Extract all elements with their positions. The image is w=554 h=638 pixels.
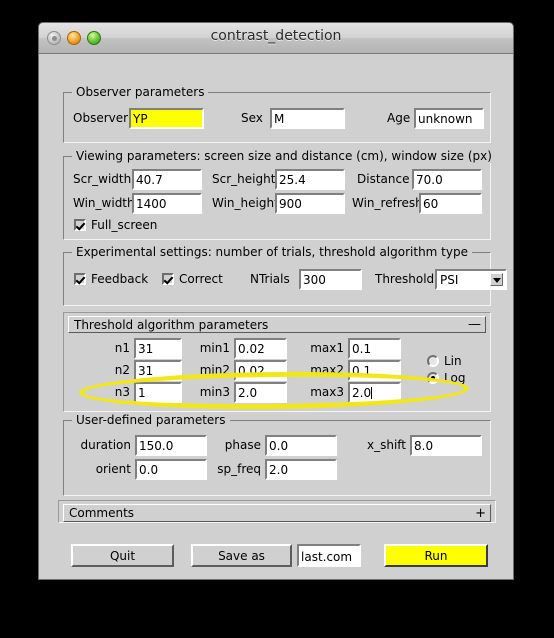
window-client-area: Observer parameters Observer YP Sex M Ag… <box>39 54 513 579</box>
threshold-panel-title: Threshold algorithm parameters <box>74 317 269 332</box>
n2-label: n2 <box>114 363 130 377</box>
sp-freq-label: sp_freq <box>217 462 261 476</box>
phase-label: phase <box>224 438 261 452</box>
age-field-label: Age <box>387 111 411 125</box>
user-defined-parameters-legend: User-defined parameters <box>72 413 230 427</box>
min3-input[interactable]: 2.0 <box>234 382 287 403</box>
expand-panel-button[interactable]: + <box>469 507 486 520</box>
checkbox-icon <box>74 273 86 285</box>
scr-width-label: Scr_width <box>73 172 132 186</box>
threshold-panel-header[interactable]: Threshold algorithm parameters — <box>68 316 486 333</box>
min3-label: min3 <box>199 385 230 399</box>
checkbox-icon <box>162 273 174 285</box>
max2-input[interactable]: 0.1 <box>348 360 401 381</box>
phase-input[interactable]: 0.0 <box>265 435 337 456</box>
max3-input[interactable]: 2.0 <box>348 382 401 403</box>
collapse-panel-button[interactable]: — <box>462 318 481 331</box>
win-width-input[interactable]: 1400 <box>132 193 202 214</box>
n3-input[interactable]: 1 <box>134 382 182 403</box>
n2-input[interactable]: 31 <box>134 360 182 381</box>
n1-input[interactable]: 31 <box>134 338 182 359</box>
comments-panel: Comments + <box>58 500 496 523</box>
radio-icon <box>427 372 439 384</box>
scale-lin-radio[interactable]: Lin <box>427 354 462 368</box>
scr-height-input[interactable]: 25.4 <box>275 169 345 190</box>
min2-label: min2 <box>199 363 230 377</box>
threshold-label: Threshold <box>375 272 435 286</box>
max2-label: max2 <box>310 363 344 377</box>
duration-input[interactable]: 150.0 <box>135 435 207 456</box>
viewing-parameters-group: Viewing parameters: screen size and dist… <box>63 149 496 240</box>
chevron-down-icon[interactable] <box>490 273 503 286</box>
ntrials-label: NTrials <box>250 272 290 286</box>
experimental-settings-group: Experimental settings: number of trials,… <box>63 245 507 306</box>
win-refresh-input[interactable]: 60 <box>419 193 482 214</box>
min2-input[interactable]: 0.02 <box>234 360 287 381</box>
comments-panel-title: Comments <box>69 506 135 520</box>
save-as-button[interactable]: Save as <box>191 544 292 567</box>
max1-label: max1 <box>310 341 344 355</box>
full-screen-checkbox[interactable]: Full_screen <box>74 218 157 232</box>
win-height-input[interactable]: 900 <box>275 193 345 214</box>
threshold-selected-value: PSI <box>440 273 459 287</box>
correct-label: Correct <box>179 272 223 286</box>
full-screen-label: Full_screen <box>91 218 158 232</box>
sp-freq-input[interactable]: 2.0 <box>265 459 337 480</box>
experimental-settings-legend: Experimental settings: number of trials,… <box>72 245 472 259</box>
x-shift-label: x_shift <box>366 438 406 452</box>
min1-label: min1 <box>199 341 230 355</box>
win-refresh-label: Win_refresh <box>352 196 423 210</box>
viewing-parameters-legend: Viewing parameters: screen size and dist… <box>72 149 496 163</box>
n3-label: n3 <box>114 385 130 399</box>
min1-input[interactable]: 0.02 <box>234 338 287 359</box>
observer-parameters-legend: Observer parameters <box>72 85 209 99</box>
window-title: contrast_detection <box>210 28 342 44</box>
distance-input[interactable]: 70.0 <box>412 169 482 190</box>
scr-width-input[interactable]: 40.7 <box>132 169 202 190</box>
correct-checkbox[interactable]: Correct <box>162 272 223 286</box>
scale-log-label: Log <box>444 371 466 385</box>
sex-input[interactable]: M <box>270 108 345 129</box>
scr-height-label: Scr_height <box>212 172 276 186</box>
orient-label: orient <box>95 462 131 476</box>
application-window: contrast_detection Observer parameters O… <box>38 22 514 580</box>
observer-field-label: Observer <box>73 111 129 125</box>
n1-label: n1 <box>114 341 130 355</box>
title-bar: contrast_detection <box>39 23 513 54</box>
threshold-algorithm-panel: Threshold algorithm parameters — n1 31 m… <box>63 312 491 412</box>
filename-input[interactable]: last.com <box>297 544 361 567</box>
checkbox-icon <box>74 219 86 231</box>
threshold-select[interactable]: PSI <box>435 269 507 290</box>
scale-lin-label: Lin <box>444 354 462 368</box>
scale-log-radio[interactable]: Log <box>427 371 465 385</box>
radio-icon <box>427 355 439 367</box>
duration-label: duration <box>80 438 132 452</box>
distance-label: Distance <box>357 172 410 186</box>
comments-panel-header[interactable]: Comments + <box>63 504 491 522</box>
win-width-label: Win_width <box>73 196 135 210</box>
sex-field-label: Sex <box>241 111 263 125</box>
age-input[interactable]: unknown <box>414 108 484 129</box>
x-shift-input[interactable]: 8.0 <box>410 435 482 456</box>
max3-label: max3 <box>310 385 344 399</box>
user-defined-parameters-group: User-defined parameters duration 150.0 p… <box>63 413 491 496</box>
max1-input[interactable]: 0.1 <box>348 338 401 359</box>
observer-parameters-group: Observer parameters Observer YP Sex M Ag… <box>63 85 491 143</box>
feedback-label: Feedback <box>91 272 149 286</box>
feedback-checkbox[interactable]: Feedback <box>74 272 148 286</box>
orient-input[interactable]: 0.0 <box>135 459 207 480</box>
ntrials-input[interactable]: 300 <box>299 269 362 290</box>
run-button[interactable]: Run <box>384 544 488 567</box>
observer-input[interactable]: YP <box>129 108 204 129</box>
win-height-label: Win_height <box>212 196 279 210</box>
quit-button[interactable]: Quit <box>71 544 174 567</box>
